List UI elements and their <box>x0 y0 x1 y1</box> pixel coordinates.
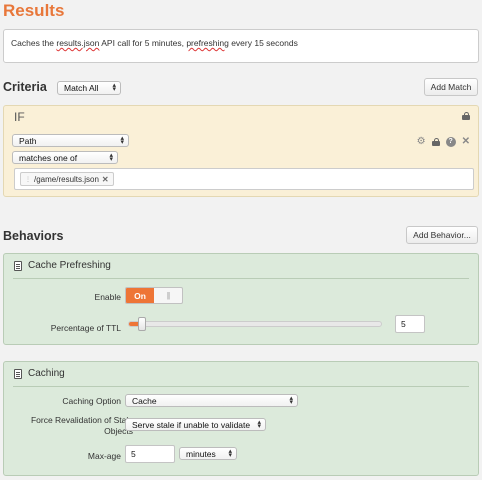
criteria-field-select[interactable]: Path ▴ ▾ <box>12 134 129 147</box>
ttl-label: Percentage of TTL <box>50 323 121 333</box>
match-all-select[interactable]: Match All ▴ ▾ <box>57 81 121 95</box>
select-arrows-icon: ▴ ▾ <box>289 394 293 406</box>
caching-option-label: Caching Option <box>62 396 121 406</box>
behavior-title-text: Caching <box>28 368 65 379</box>
revalidation-value: Serve stale if unable to validate <box>132 419 251 430</box>
enable-toggle[interactable]: On ||| <box>125 287 183 304</box>
revalidation-label-line: Objects <box>104 426 133 436</box>
lock-icon[interactable] <box>462 112 470 120</box>
behavior-title: Cache Prefreshing <box>14 260 111 271</box>
behavior-title-text: Cache Prefreshing <box>28 260 111 271</box>
ttl-input[interactable]: 5 <box>395 315 425 333</box>
caching-option-select[interactable]: Cache ▴ ▾ <box>125 394 298 407</box>
enable-toggle-on: On <box>126 288 154 303</box>
criteria-toolbar: ⚙ ? ✕ <box>417 136 470 147</box>
if-label: IF <box>14 110 25 124</box>
help-icon[interactable]: ? <box>445 136 456 147</box>
ttl-slider[interactable] <box>128 317 382 331</box>
select-arrows-icon: ▴ ▾ <box>112 82 116 93</box>
revalidation-label-line: Force Revalidation of Stale <box>30 415 133 425</box>
remove-tag-icon[interactable]: ✕ <box>102 175 109 184</box>
criteria-values-input[interactable]: ⋮ /game/results.json ✕ <box>14 168 474 190</box>
page-title: Results <box>3 1 65 20</box>
description-text-misspelled: results.json <box>56 38 100 48</box>
behavior-title: Caching <box>14 368 65 379</box>
caching-option-value: Cache <box>132 395 157 406</box>
description-text: every 15 seconds <box>228 38 298 48</box>
document-icon <box>14 260 22 271</box>
maxage-label: Max-age <box>87 451 121 461</box>
close-icon[interactable]: ✕ <box>462 136 470 147</box>
description-text: Caches the <box>11 38 57 48</box>
description-text: API call for 5 minutes, <box>99 38 187 48</box>
select-arrows-icon: ▴ ▾ <box>257 418 261 430</box>
criteria-field-value: Path <box>19 135 37 146</box>
maxage-input[interactable]: 5 <box>125 445 175 463</box>
match-all-select-value: Match All <box>64 83 99 93</box>
gear-icon[interactable]: ⚙ <box>417 136 426 147</box>
revalidation-label: Force Revalidation of Stale Objects <box>6 415 133 437</box>
criteria-operator-select[interactable]: matches one of ▴ ▾ <box>12 151 118 164</box>
value-tag[interactable]: ⋮ /game/results.json ✕ <box>20 172 114 186</box>
value-tag-text: /game/results.json <box>34 174 99 184</box>
criteria-heading: Criteria <box>3 80 47 94</box>
criteria-operator-value: matches one of <box>19 152 78 163</box>
toggle-grip-icon: ||| <box>166 291 170 300</box>
behavior-caching: Caching Caching Option Cache ▴ ▾ Force Re… <box>3 361 479 476</box>
description-text-misspelled: prefreshing <box>186 38 229 48</box>
add-match-button[interactable]: Add Match <box>424 78 478 96</box>
select-arrows-icon: ▴ ▾ <box>120 134 124 146</box>
drag-handle-icon[interactable]: ⋮ <box>25 176 31 183</box>
select-arrows-icon: ▴ ▾ <box>109 151 113 163</box>
revalidation-select[interactable]: Serve stale if unable to validate ▴ ▾ <box>125 418 266 431</box>
behavior-cache-prefreshing: Cache Prefreshing Enable On ||| Percenta… <box>3 253 479 345</box>
select-arrows-icon: ▴ ▾ <box>228 447 232 459</box>
description-field[interactable]: Caches the results.json API call for 5 m… <box>3 29 479 63</box>
document-icon <box>14 368 22 379</box>
add-behavior-button[interactable]: Add Behavior... <box>406 226 478 244</box>
divider <box>13 278 469 279</box>
lock-icon[interactable] <box>431 137 440 146</box>
enable-label: Enable <box>94 292 121 302</box>
behaviors-heading: Behaviors <box>3 229 64 243</box>
criteria-if-panel: IF Path ▴ ▾ matches one of ▴ ▾ ⚙ ? ✕ ⋮ /ga… <box>3 105 479 197</box>
ttl-slider-handle[interactable] <box>138 317 146 331</box>
divider <box>13 386 469 387</box>
maxage-unit-select[interactable]: minutes ▴ ▾ <box>179 447 237 460</box>
maxage-unit-value: minutes <box>186 448 216 459</box>
